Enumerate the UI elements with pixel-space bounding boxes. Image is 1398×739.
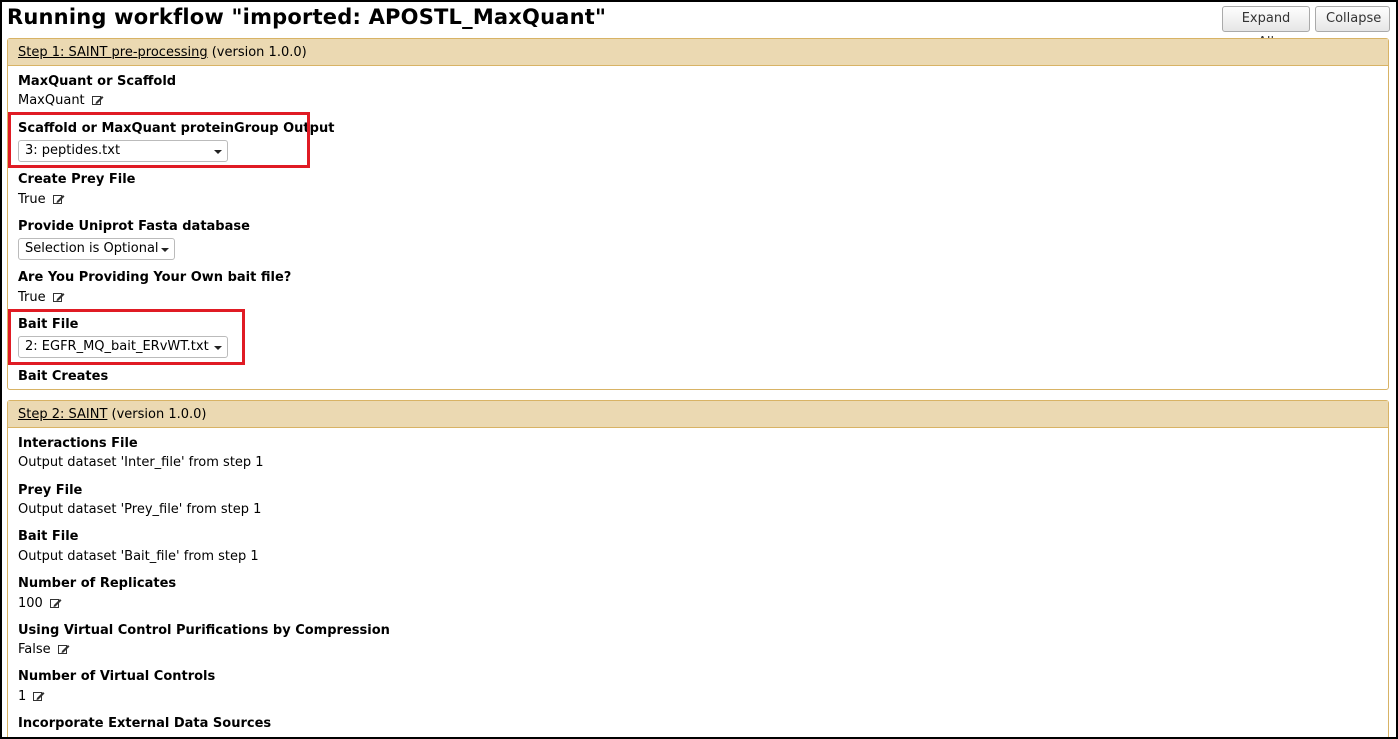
field-value-text: False (18, 642, 51, 657)
page-title: Running workflow "imported: APOSTL_MaxQu… (7, 5, 607, 29)
edit-icon[interactable] (52, 194, 65, 209)
field-value: False (18, 642, 70, 659)
field-value-text: MaxQuant (18, 93, 85, 108)
field-value-text: True (18, 290, 46, 305)
expand-all-button[interactable]: Expand All (1222, 6, 1310, 50)
field-value: 100 (18, 596, 62, 613)
field-value: Output dataset 'Bait_file' from step 1 (18, 549, 259, 564)
field-value-text: True (18, 192, 46, 207)
field-value-text: 1 (18, 689, 27, 704)
dropdown-caret-icon (161, 248, 169, 252)
step-1-title-link[interactable]: Step 1: SAINT pre-processing (18, 45, 208, 60)
step-2-header[interactable]: Step 2: SAINT (version 1.0.0) (8, 401, 1388, 428)
field-value: 1 (18, 689, 45, 706)
edit-icon[interactable] (33, 691, 45, 706)
step-1-header[interactable]: Step 1: SAINT pre-processing (version 1.… (8, 39, 1388, 66)
highlight-box (8, 309, 245, 365)
field-label: Bait Creates (18, 369, 109, 384)
field-label: Using Virtual Control Purifications by C… (18, 623, 390, 638)
field-value-text: 100 (18, 596, 43, 611)
field-value: MaxQuant (18, 93, 104, 110)
field-value: True (18, 290, 65, 307)
field-value: Output dataset 'Inter_file' from step 1 (18, 455, 264, 470)
field-label: Prey File (18, 483, 83, 498)
page-frame: Running workflow "imported: APOSTL_MaxQu… (2, 2, 1396, 737)
field-label: Interactions File (18, 436, 138, 451)
field-label: Are You Providing Your Own bait file? (18, 270, 292, 285)
step-1-version: (version 1.0.0) (207, 45, 307, 60)
field-label: Provide Uniprot Fasta database (18, 219, 250, 234)
field-label: Number of Virtual Controls (18, 669, 216, 684)
edit-icon[interactable] (49, 598, 62, 613)
edit-icon[interactable] (57, 644, 70, 659)
edit-icon[interactable] (52, 292, 65, 307)
step-2-version: (version 1.0.0) (107, 407, 207, 422)
collapse-button[interactable]: Collapse (1315, 6, 1390, 32)
uniprot-fasta-select[interactable]: Selection is Optional (18, 238, 175, 260)
field-label: MaxQuant or Scaffold (18, 74, 177, 89)
step-2-title-link[interactable]: Step 2: SAINT (18, 407, 107, 422)
field-value: Output dataset 'Prey_file' from step 1 (18, 502, 262, 517)
select-value: Selection is Optional (25, 241, 159, 256)
highlight-box (8, 112, 310, 168)
step-2-panel: Step 2: SAINT (version 1.0.0) Interactio… (7, 400, 1389, 737)
field-label: Create Prey File (18, 172, 136, 187)
field-label: Incorporate External Data Sources (18, 716, 272, 731)
field-value: True (18, 192, 65, 209)
field-label: Number of Replicates (18, 576, 177, 591)
edit-icon[interactable] (91, 95, 104, 110)
field-label: Bait File (18, 529, 79, 544)
